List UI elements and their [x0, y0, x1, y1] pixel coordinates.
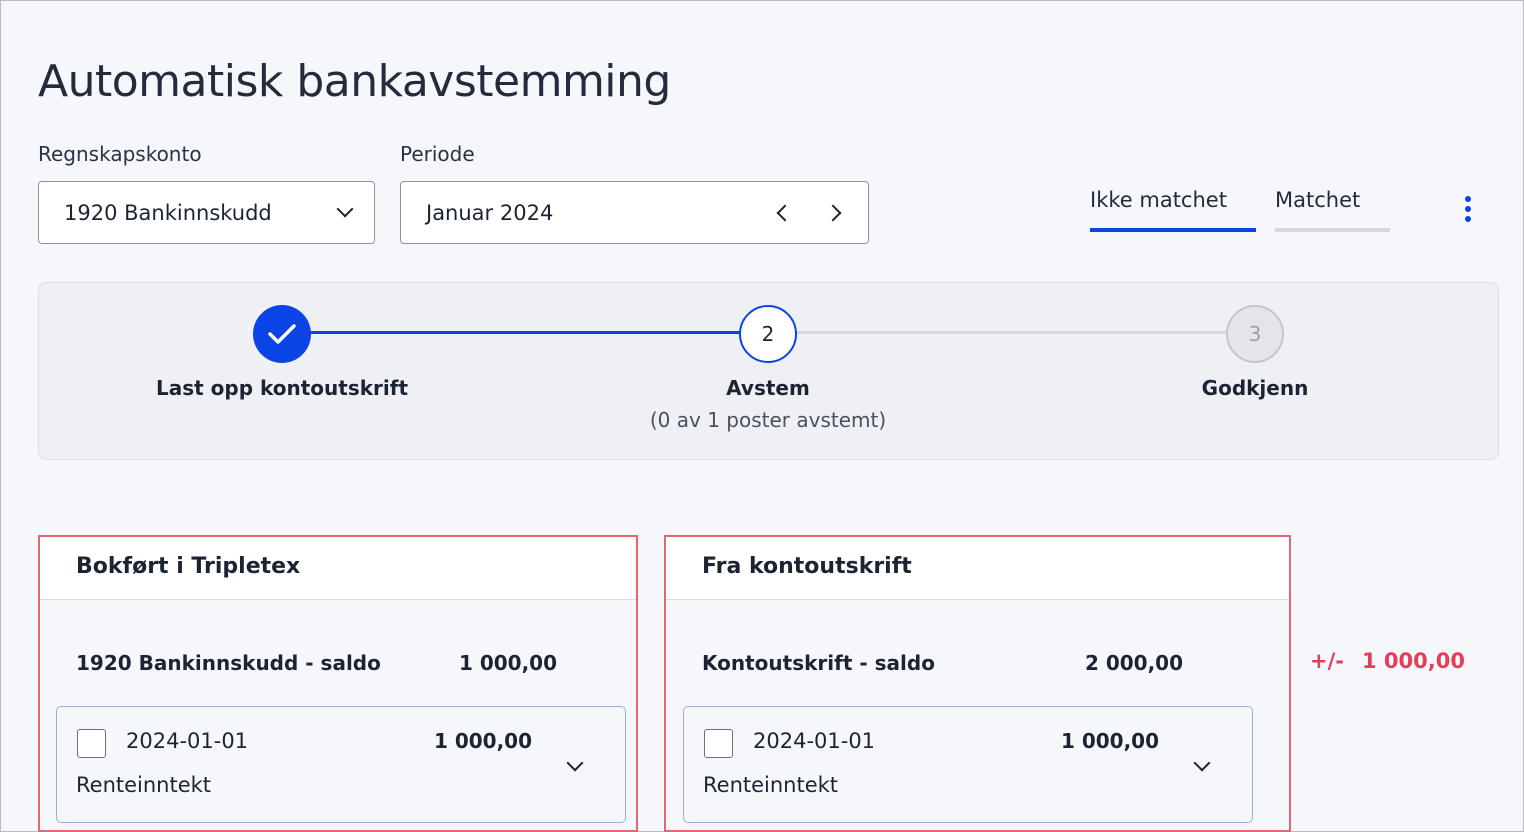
transaction-card[interactable]: 2024-01-01 1 000,00 Renteinntekt: [683, 706, 1253, 823]
transaction-amount: 1 000,00: [1060, 729, 1159, 753]
step-1-label: Last opp kontoutskrift: [155, 376, 409, 400]
transaction-description: Renteinntekt: [76, 773, 212, 797]
step-2-label: Avstem: [726, 376, 810, 400]
panel-title: Bokført i Tripletex: [76, 554, 301, 579]
difference-indicator: +/- 1 000,00: [1310, 649, 1465, 673]
step-connector-pending: [796, 331, 1228, 334]
step-2-progress: (0 av 1 poster avstemt): [649, 408, 887, 432]
tab-matchet[interactable]: Matchet: [1275, 188, 1360, 226]
transaction-card[interactable]: 2024-01-01 1 000,00 Renteinntekt: [56, 706, 626, 823]
transaction-description: Renteinntekt: [703, 773, 839, 797]
period-value: Januar 2024: [426, 200, 554, 225]
difference-value: 1 000,00: [1361, 649, 1465, 673]
transaction-amount: 1 000,00: [433, 729, 532, 753]
account-select-value: 1920 Bankinnskudd: [64, 200, 272, 225]
transaction-checkbox[interactable]: [77, 729, 106, 758]
more-options-icon[interactable]: [1462, 196, 1474, 224]
period-selector: Januar 2024: [400, 181, 869, 244]
panel-bokfort: Bokført i Tripletex 1920 Bankinnskudd - …: [38, 535, 638, 832]
period-label: Periode: [400, 142, 475, 166]
panel-title: Fra kontoutskrift: [702, 554, 912, 579]
expand-chevron-icon[interactable]: [566, 754, 584, 772]
saldo-label: 1920 Bankinnskudd - saldo: [76, 651, 381, 675]
saldo-value: 2 000,00: [1084, 651, 1183, 675]
tab-inactive-indicator: [1275, 228, 1390, 232]
page-title: Automatisk bankavstemming: [38, 56, 671, 107]
step-3-label: Godkjenn: [1201, 376, 1309, 400]
tab-ikke-matchet[interactable]: Ikke matchet: [1090, 188, 1227, 226]
step-3-circle: 3: [1226, 305, 1284, 363]
chevron-down-icon: [336, 200, 354, 218]
difference-sign: +/-: [1310, 649, 1344, 673]
panel-header: Fra kontoutskrift: [666, 537, 1289, 600]
account-select[interactable]: 1920 Bankinnskudd: [38, 181, 375, 244]
next-period-icon[interactable]: [824, 204, 842, 222]
previous-period-icon[interactable]: [776, 204, 794, 222]
saldo-label: Kontoutskrift - saldo: [702, 651, 935, 675]
saldo-value: 1 000,00: [458, 651, 557, 675]
step-connector-done: [310, 331, 742, 334]
transaction-checkbox[interactable]: [704, 729, 733, 758]
step-2-circle: 2: [739, 305, 797, 363]
transaction-date: 2024-01-01: [126, 729, 249, 753]
panel-header: Bokført i Tripletex: [40, 537, 636, 600]
tab-active-indicator: [1090, 228, 1256, 232]
step-1-check-icon: [253, 305, 311, 363]
panel-kontoutskrift: Fra kontoutskrift Kontoutskrift - saldo …: [664, 535, 1291, 832]
expand-chevron-icon[interactable]: [1193, 754, 1211, 772]
transaction-date: 2024-01-01: [753, 729, 876, 753]
account-label: Regnskapskonto: [38, 142, 202, 166]
